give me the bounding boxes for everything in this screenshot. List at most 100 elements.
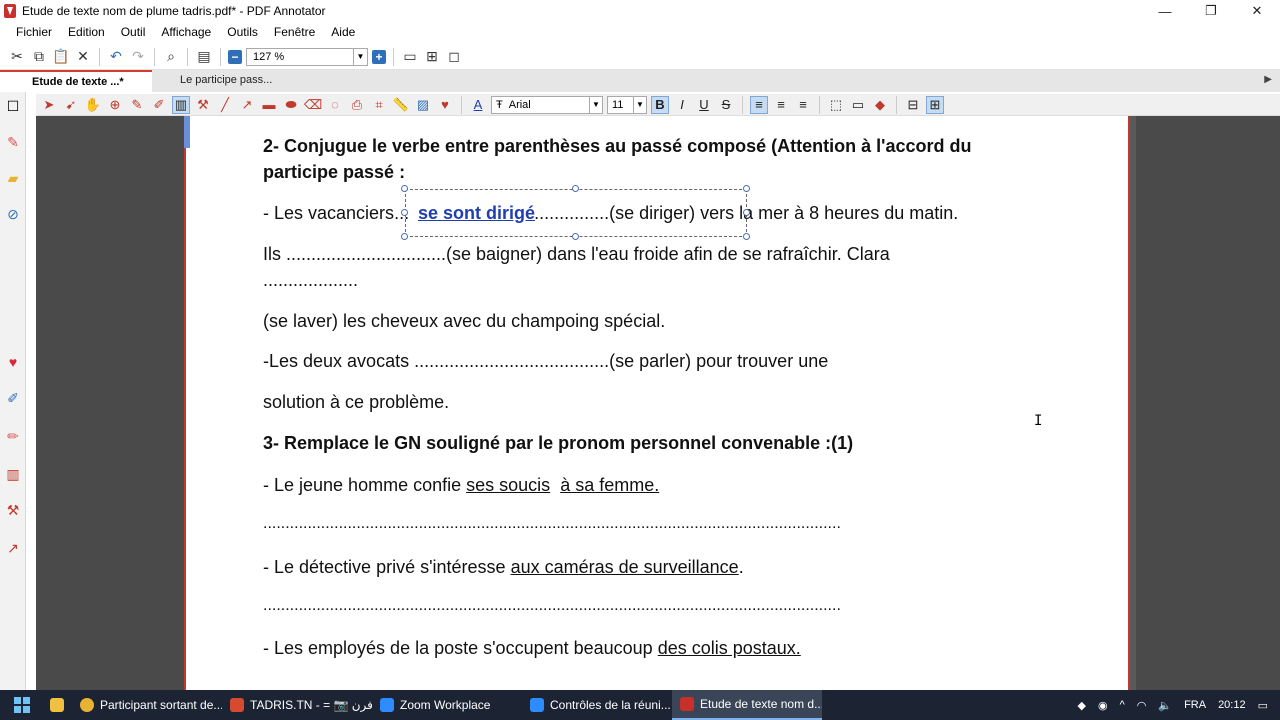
language-indicator[interactable]: FRA — [1184, 699, 1206, 711]
tab-etude-de-texte[interactable]: Etude de texte ...* — [0, 70, 152, 92]
notifications-icon[interactable]: ▭ — [1258, 699, 1268, 712]
annotation-text[interactable]: se sont dirigé — [418, 203, 535, 224]
arrow-icon[interactable]: ↗ — [5, 540, 21, 556]
arrow-tool-icon[interactable]: ↗ — [238, 96, 256, 114]
chart-icon[interactable]: ▥ — [5, 466, 21, 482]
copy-icon[interactable]: ⧉ — [30, 48, 48, 66]
line-tool-icon[interactable]: ╱ — [216, 96, 234, 114]
line-pen-icon[interactable]: ✐ — [5, 390, 21, 406]
undo-icon[interactable]: ↶ — [107, 48, 125, 66]
delete-icon[interactable]: ✕ — [74, 48, 92, 66]
file-explorer-button[interactable] — [44, 690, 72, 720]
menu-outils[interactable]: Outils — [216, 25, 263, 39]
document-tabs: Etude de texte ...* Le participe pass...… — [0, 70, 1280, 92]
page-icon[interactable]: ☐ — [5, 98, 21, 114]
highlight-mode-icon[interactable]: ⊞ — [926, 95, 944, 114]
strikethrough-button[interactable]: S — [717, 96, 735, 114]
border-style-icon[interactable]: ▭ — [849, 96, 867, 114]
exercise-line-5: -Les deux avocats ......................… — [263, 351, 829, 371]
border-icon[interactable]: ⬚ — [827, 96, 845, 114]
align-left-icon[interactable]: ≡ — [750, 95, 768, 114]
lasso-icon[interactable]: ◌ — [326, 96, 344, 114]
eraser-icon[interactable]: ⌫ — [304, 96, 322, 114]
volume-icon[interactable]: 🔈 — [1158, 699, 1172, 712]
resize-handle[interactable] — [743, 185, 750, 192]
restore-button[interactable]: ❐ — [1188, 0, 1234, 22]
align-right-icon[interactable]: ≡ — [794, 96, 812, 114]
dropbox-icon[interactable]: ◆ — [1078, 699, 1086, 712]
tray-app-icon[interactable]: ◉ — [1098, 699, 1108, 712]
menu-outil[interactable]: Outil — [110, 25, 151, 39]
ruler-icon[interactable]: 📏 — [392, 96, 410, 114]
crop-icon[interactable]: ⌗ — [370, 96, 388, 114]
menu-affichage[interactable]: Affichage — [150, 25, 216, 39]
zoom-tool-icon[interactable]: ⊕ — [106, 96, 124, 114]
resize-handle[interactable] — [572, 185, 579, 192]
select-text-icon[interactable]: ➹ — [62, 96, 80, 114]
pen-tool-icon[interactable]: ✎ — [128, 96, 146, 114]
underline-button[interactable]: U — [695, 96, 713, 114]
italic-button[interactable]: I — [673, 96, 691, 114]
attachment-icon[interactable]: ⊘ — [5, 206, 21, 222]
fit-page-icon[interactable]: ▭ — [401, 48, 419, 66]
taskbar-item-zoom-workplace[interactable]: Zoom Workplace — [372, 690, 522, 720]
tab-scroll-right-icon[interactable]: ▶ — [1264, 74, 1272, 85]
align-center-icon[interactable]: ≡ — [772, 96, 790, 114]
fit-width-icon[interactable]: ⊞ — [423, 48, 441, 66]
paste-icon[interactable]: 📋 — [52, 48, 70, 66]
taskbar-item-zoom-controls[interactable]: Contrôles de la réuni... — [522, 690, 672, 720]
windows-logo-icon — [14, 697, 30, 713]
bold-button[interactable]: B — [651, 95, 669, 114]
zoom-select[interactable]: 127 % ▼ — [246, 47, 368, 66]
resize-handle[interactable] — [743, 233, 750, 240]
tab-le-participe-passe[interactable]: Le participe pass... — [152, 70, 292, 92]
font-family-select[interactable]: Ŧ Arial ▼ — [491, 95, 603, 114]
q3-s1-start: - Le jeune homme confie — [263, 475, 467, 495]
taskbar-item-pdf-annotator[interactable]: Etude de texte nom d... — [672, 690, 822, 720]
taskbar-item-chrome[interactable]: Participant sortant de... — [72, 690, 222, 720]
image-icon[interactable]: ▨ — [414, 96, 432, 114]
menu-aide[interactable]: Aide — [320, 25, 360, 39]
show-hidden-icons-icon[interactable]: ^ — [1120, 699, 1125, 711]
minimize-button[interactable]: — — [1142, 0, 1188, 22]
start-button[interactable] — [0, 690, 44, 720]
select-arrow-icon[interactable]: ➤ — [40, 96, 58, 114]
resize-handle[interactable] — [743, 209, 750, 216]
menu-fenetre[interactable]: Fenêtre — [263, 25, 320, 39]
options-icon[interactable]: ⊟ — [904, 96, 922, 114]
close-button[interactable]: ✕ — [1234, 0, 1280, 22]
menu-fichier[interactable]: Fichier — [0, 25, 57, 39]
resize-handle[interactable] — [401, 209, 408, 216]
rectangle-tool-icon[interactable]: ▬ — [260, 96, 278, 114]
ellipse-tool-icon[interactable]: ⬬ — [282, 96, 300, 114]
highlighter-icon[interactable]: ✐ — [150, 96, 168, 114]
favorites-heart-icon[interactable]: ♥ — [436, 96, 454, 114]
camera-icon[interactable]: ⎙ — [348, 96, 366, 114]
resize-handle[interactable] — [401, 185, 408, 192]
full-screen-icon[interactable]: ◻ — [445, 48, 463, 66]
hand-icon[interactable]: ✋ — [84, 96, 102, 114]
stamp-icon[interactable]: ⚒ — [5, 502, 21, 518]
resize-handle[interactable] — [572, 233, 579, 240]
network-icon[interactable]: ◠ — [1137, 699, 1147, 712]
redo-icon[interactable]: ↷ — [129, 48, 147, 66]
heart-icon[interactable]: ♥ — [5, 354, 21, 370]
page-layout-icon[interactable]: ▤ — [195, 48, 213, 66]
clock[interactable]: 20:12 — [1218, 699, 1246, 711]
zoom-in-icon[interactable]: + — [372, 49, 386, 64]
fill-color-icon[interactable]: ◆ — [871, 96, 889, 114]
pen-icon[interactable]: ✎ — [5, 134, 21, 150]
q3-s3-underlined: des colis postaux. — [657, 638, 801, 658]
marker-icon[interactable]: ✏ — [5, 428, 21, 444]
cut-icon[interactable]: ✂ — [8, 48, 26, 66]
text-box-icon[interactable]: ▥ — [172, 95, 190, 114]
find-binoculars-icon[interactable]: ⌕ — [162, 48, 180, 66]
stamp-tool-icon[interactable]: ⚒ — [194, 96, 212, 114]
taskbar-item-tadris[interactable]: TADRIS.TN - = 📷 فرن... — [222, 690, 372, 720]
folder-icon[interactable]: ▰ — [5, 170, 21, 186]
font-color-icon[interactable]: A — [469, 96, 487, 114]
menu-edition[interactable]: Edition — [57, 25, 110, 39]
zoom-out-icon[interactable]: − — [228, 49, 242, 64]
resize-handle[interactable] — [401, 233, 408, 240]
font-size-select[interactable]: 11 ▼ — [607, 95, 647, 114]
